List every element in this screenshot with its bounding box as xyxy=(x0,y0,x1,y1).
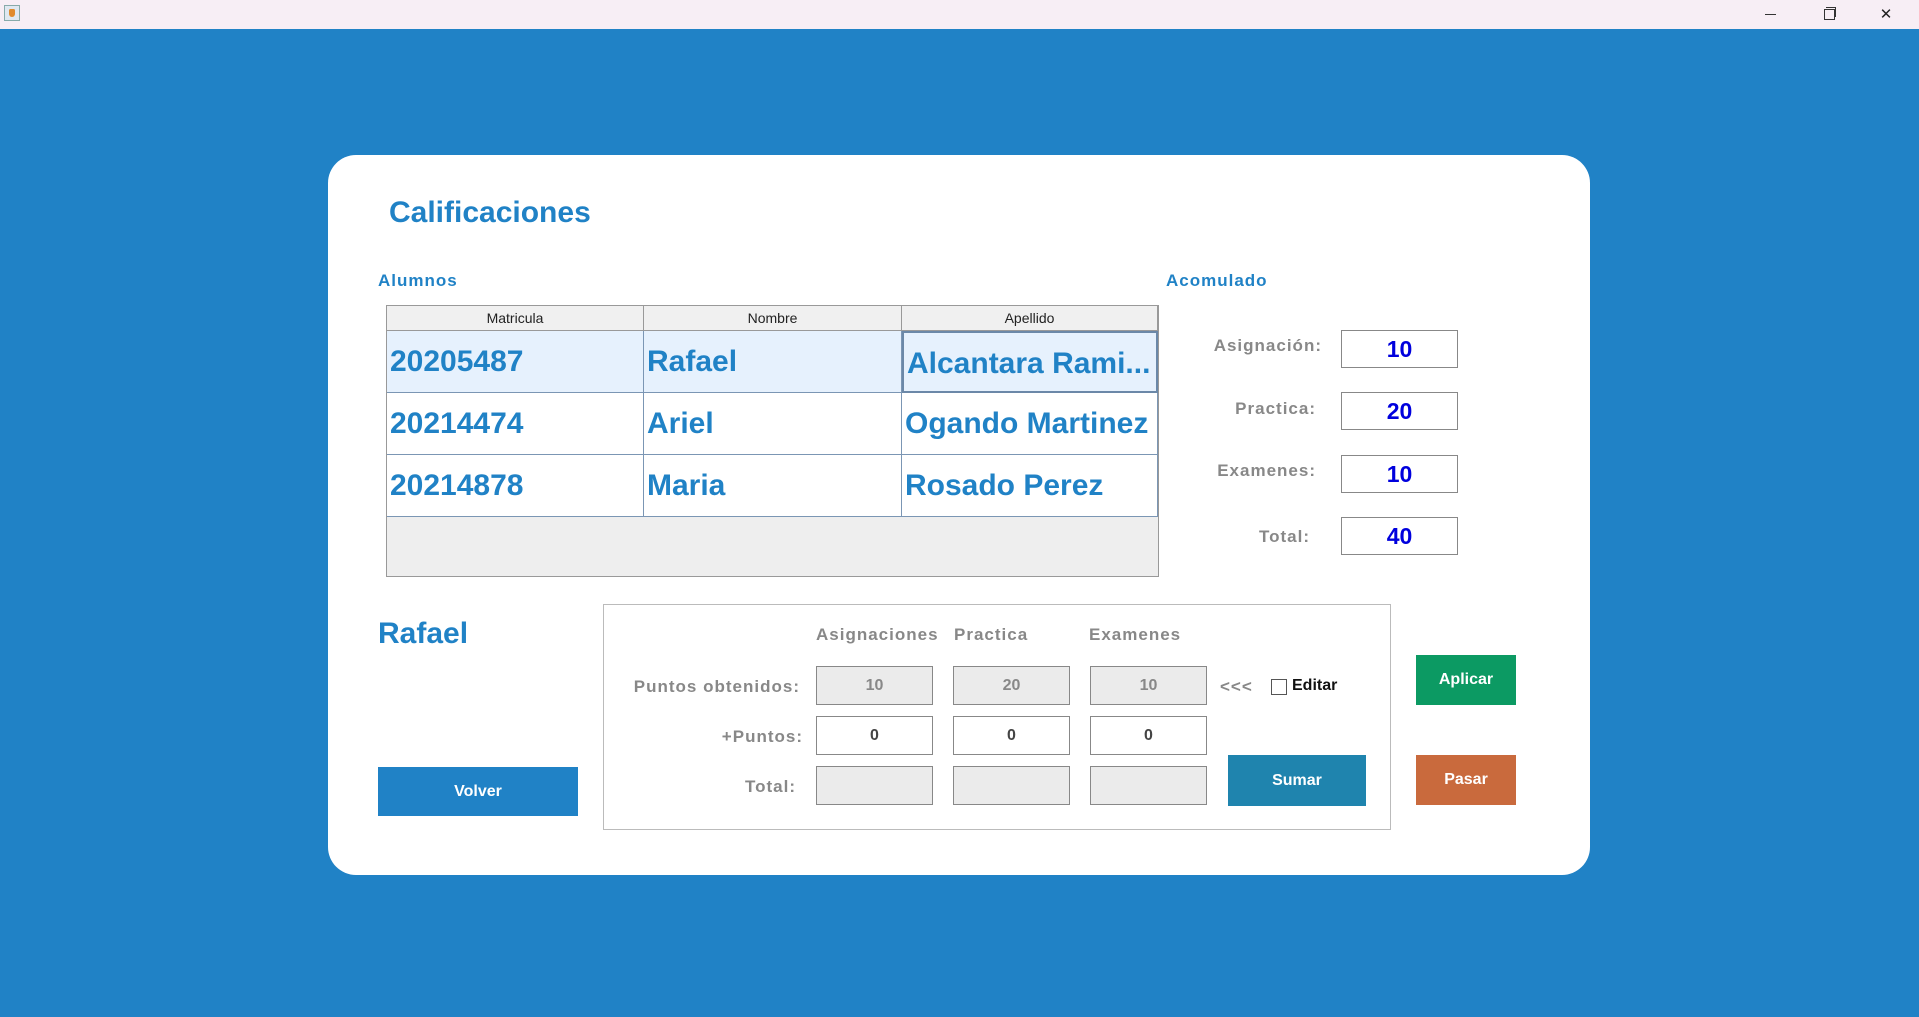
arrows-indicator: <<< xyxy=(1220,677,1253,696)
examenes-label: Examenes: xyxy=(1217,461,1316,480)
cell-nombre[interactable]: Rafael xyxy=(644,331,902,393)
practica-plus-input[interactable]: 0 xyxy=(953,716,1070,755)
column-examenes: Examenes xyxy=(1089,625,1182,644)
practica-total-field xyxy=(953,766,1070,805)
pasar-button[interactable]: Pasar xyxy=(1416,755,1516,805)
examenes-obtenidos-field: 10 xyxy=(1090,666,1207,705)
maximize-button[interactable] xyxy=(1799,0,1857,29)
cell-matricula[interactable]: 20214878 xyxy=(387,455,644,517)
selected-student-name: Rafael xyxy=(378,617,469,650)
minimize-button[interactable] xyxy=(1741,0,1799,29)
column-practica: Practica xyxy=(954,625,1029,644)
plus-puntos-label: +Puntos: xyxy=(721,727,803,746)
total-label: Total: xyxy=(1258,527,1310,546)
accumulated-section-label: Acomulado xyxy=(1166,271,1268,290)
cell-matricula[interactable]: 20214474 xyxy=(387,393,644,455)
cell-nombre[interactable]: Ariel xyxy=(644,393,902,455)
asignacion-label: Asignación: xyxy=(1213,336,1322,355)
cell-nombre[interactable]: Maria xyxy=(644,455,902,517)
asignaciones-plus-input[interactable]: 0 xyxy=(816,716,933,755)
column-asignaciones: Asignaciones xyxy=(816,625,939,644)
practica-value: 20 xyxy=(1341,392,1458,430)
students-section-label: Alumnos xyxy=(378,271,458,290)
aplicar-button[interactable]: Aplicar xyxy=(1416,655,1516,705)
asignaciones-total-field xyxy=(816,766,933,805)
cell-apellido[interactable]: Alcantara Rami... xyxy=(902,331,1158,393)
column-header-matricula[interactable]: Matricula xyxy=(387,306,644,331)
total-value: 40 xyxy=(1341,517,1458,555)
examenes-total-field xyxy=(1090,766,1207,805)
column-header-apellido[interactable]: Apellido xyxy=(902,306,1158,331)
volver-button[interactable]: Volver xyxy=(378,767,578,816)
page-title: Calificaciones xyxy=(389,196,591,229)
column-header-nombre[interactable]: Nombre xyxy=(644,306,902,331)
sumar-button[interactable]: Sumar xyxy=(1228,755,1366,806)
asignaciones-obtenidos-field: 10 xyxy=(816,666,933,705)
cell-apellido[interactable]: Ogando Martinez xyxy=(902,393,1158,455)
practica-obtenidos-field: 20 xyxy=(953,666,1070,705)
editar-checkbox[interactable] xyxy=(1271,679,1287,695)
asignacion-value: 10 xyxy=(1341,330,1458,368)
java-app-icon xyxy=(4,5,20,21)
close-button[interactable]: ✕ xyxy=(1857,0,1915,29)
cell-apellido[interactable]: Rosado Perez xyxy=(902,455,1158,517)
cell-matricula[interactable]: 20205487 xyxy=(387,331,644,393)
practica-label: Practica: xyxy=(1235,399,1316,418)
table-row[interactable]: 20214878 Maria Rosado Perez xyxy=(387,455,1158,517)
examenes-value: 10 xyxy=(1341,455,1458,493)
total-row-label: Total: xyxy=(744,777,796,796)
puntos-obtenidos-label: Puntos obtenidos: xyxy=(633,677,800,696)
title-bar: ✕ xyxy=(0,0,1919,29)
table-row[interactable]: 20205487 Rafael Alcantara Rami... xyxy=(387,331,1158,393)
examenes-plus-input[interactable]: 0 xyxy=(1090,716,1207,755)
editar-label[interactable]: Editar xyxy=(1292,677,1337,695)
table-row[interactable]: 20214474 Ariel Ogando Martinez xyxy=(387,393,1158,455)
students-table[interactable]: Matricula Nombre Apellido 20205487 Rafae… xyxy=(386,305,1159,577)
